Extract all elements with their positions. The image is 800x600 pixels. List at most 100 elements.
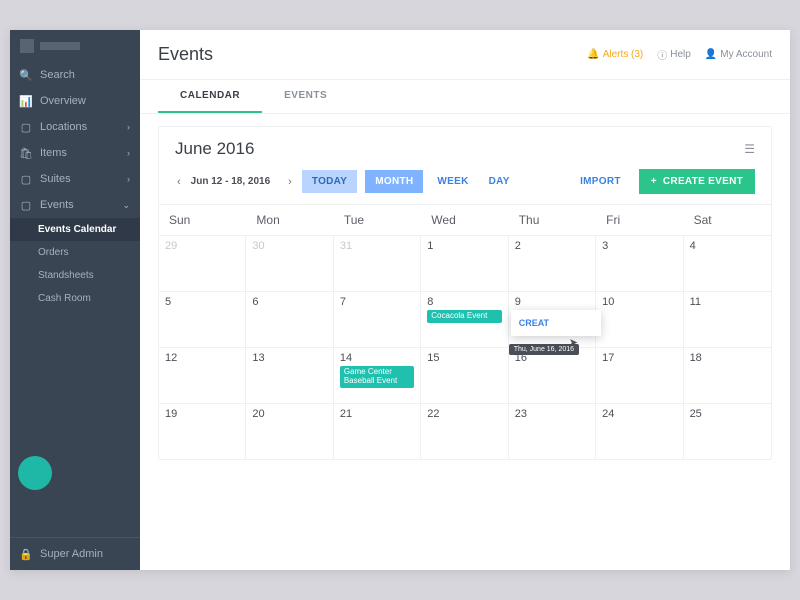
day-number: 2 [515, 240, 589, 252]
calendar-cell[interactable]: 15 [421, 347, 508, 403]
day-number: 1 [427, 240, 501, 252]
calendar-cell[interactable]: 12 [159, 347, 246, 403]
calendar-cell[interactable]: 20 [246, 403, 333, 459]
day-number: 3 [602, 240, 676, 252]
day-number: 20 [252, 408, 326, 420]
day-number: 31 [340, 240, 414, 252]
month-button[interactable]: MONTH [365, 170, 423, 193]
calendar-cell[interactable]: 31 [334, 235, 421, 291]
popover-create-link[interactable]: CREAT [519, 318, 549, 328]
calendar-cell[interactable]: 23 [509, 403, 596, 459]
calendar-cell[interactable]: 17 [596, 347, 683, 403]
create-event-label: CREATE EVENT [663, 176, 743, 187]
calendar-cell[interactable]: 7 [334, 291, 421, 347]
calendar-grid: 29303112345678Cocacola Event9CREAT➤10111… [159, 235, 771, 459]
chevron-icon: › [127, 122, 130, 132]
create-popover: CREAT➤ [511, 310, 601, 336]
tab-calendar[interactable]: CALENDAR [158, 80, 262, 113]
lock-icon: 🔒 [20, 548, 32, 560]
fab-button[interactable] [18, 456, 52, 490]
calendar-cell[interactable]: 9CREAT➤ [509, 291, 596, 347]
calendar-cell[interactable]: 29 [159, 235, 246, 291]
calendar-cell[interactable]: 10 [596, 291, 683, 347]
alerts-button[interactable]: 🔔 Alerts (3) [587, 49, 643, 60]
sidebar-item-suites[interactable]: ▢Suites› [10, 166, 140, 192]
day-button[interactable]: DAY [483, 170, 516, 193]
day-number: 7 [340, 296, 414, 308]
day-number: 23 [515, 408, 589, 420]
month-title: June 2016 [175, 139, 254, 159]
calendar-cell[interactable]: 19 [159, 403, 246, 459]
calendar-cell[interactable]: 22 [421, 403, 508, 459]
day-number: 25 [690, 408, 765, 420]
day-number: 4 [690, 240, 765, 252]
day-number: 21 [340, 408, 414, 420]
sidebar-icon: 🛍 [20, 147, 32, 159]
calendar-cell[interactable]: 18 [684, 347, 771, 403]
sidebar-item-label: Locations [40, 121, 87, 133]
date-range: Jun 12 - 18, 2016 [191, 176, 271, 187]
tab-events[interactable]: EVENTS [262, 80, 349, 113]
calendar-cell[interactable]: 8Cocacola Event [421, 291, 508, 347]
help-button[interactable]: ⓘ Help [657, 47, 691, 62]
plus-icon: + [651, 176, 657, 187]
calendar-cell[interactable]: 5 [159, 291, 246, 347]
day-number: 6 [252, 296, 326, 308]
chevron-icon: › [127, 148, 130, 158]
day-headers: SunMonTueWedThuFriSat [159, 204, 771, 235]
logo [10, 30, 140, 62]
sidebar-sub-standsheets[interactable]: Standsheets [10, 264, 140, 287]
help-label: Help [670, 49, 691, 60]
sidebar-sub-orders[interactable]: Orders [10, 241, 140, 264]
day-number: 29 [165, 240, 239, 252]
calendar-cell[interactable]: 14Game Center Baseball Event [334, 347, 421, 403]
prev-button[interactable]: ‹ [175, 174, 183, 190]
search-icon: 🔍 [20, 69, 32, 81]
event-chip[interactable]: Game Center Baseball Event [340, 366, 414, 388]
day-number: 11 [690, 296, 765, 308]
calendar-cell[interactable]: 24 [596, 403, 683, 459]
sidebar-search[interactable]: 🔍 Search [10, 62, 140, 88]
calendar-toolbar: ‹ Jun 12 - 18, 2016 › TODAY MONTH WEEK D… [159, 159, 771, 204]
alerts-label: Alerts (3) [603, 49, 644, 60]
filter-icon[interactable]: ☰ [744, 142, 755, 156]
calendar-cell[interactable]: 2 [509, 235, 596, 291]
calendar-cell[interactable]: 4 [684, 235, 771, 291]
dow-header: Sun [159, 204, 246, 235]
sidebar-item-label: Items [40, 147, 67, 159]
next-button[interactable]: › [286, 174, 294, 190]
calendar-cell[interactable]: 6 [246, 291, 333, 347]
calendar-cell[interactable]: 13 [246, 347, 333, 403]
account-button[interactable]: 👤 My Account [705, 49, 772, 60]
sidebar-item-events[interactable]: ▢Events⌄ [10, 192, 140, 218]
sidebar-item-items[interactable]: 🛍 Items › [10, 140, 140, 166]
calendar-cell[interactable]: 11 [684, 291, 771, 347]
account-label: My Account [720, 49, 772, 60]
calendar-cell[interactable]: 1 [421, 235, 508, 291]
app-shell: 🔍 Search 📊Overview▢Locations›🛍Items›▢Sui… [10, 30, 790, 570]
day-number: 10 [602, 296, 676, 308]
calendar-card: June 2016 ☰ ‹ Jun 12 - 18, 2016 › TODAY … [158, 126, 772, 460]
calendar-cell[interactable]: 21 [334, 403, 421, 459]
sidebar-footer-label: Super Admin [40, 548, 103, 560]
import-button[interactable]: IMPORT [570, 170, 631, 193]
day-number: 18 [690, 352, 765, 364]
calendar-cell[interactable]: 16Thu, June 16, 2016 [509, 347, 596, 403]
today-button[interactable]: TODAY [302, 170, 357, 193]
week-button[interactable]: WEEK [431, 170, 474, 193]
sidebar-sub-events-calendar[interactable]: Events Calendar [10, 218, 140, 241]
calendar-cell[interactable]: 3 [596, 235, 683, 291]
chevron-icon: › [127, 174, 130, 184]
dow-header: Tue [334, 204, 421, 235]
event-chip[interactable]: Cocacola Event [427, 310, 501, 323]
sidebar-item-locations[interactable]: ▢Locations› [10, 114, 140, 140]
sidebar-item-overview[interactable]: 📊Overview [10, 88, 140, 114]
help-icon: ⓘ [657, 47, 667, 62]
sidebar-footer[interactable]: 🔒 Super Admin [10, 537, 140, 570]
create-event-button[interactable]: + CREATE EVENT [639, 169, 755, 194]
topbar: Events 🔔 Alerts (3) ⓘ Help 👤 My Account [140, 30, 790, 80]
sidebar-sub-cash-room[interactable]: Cash Room [10, 287, 140, 310]
calendar-cell[interactable]: 30 [246, 235, 333, 291]
calendar-cell[interactable]: 25 [684, 403, 771, 459]
tabs: CALENDAR EVENTS [140, 80, 790, 114]
